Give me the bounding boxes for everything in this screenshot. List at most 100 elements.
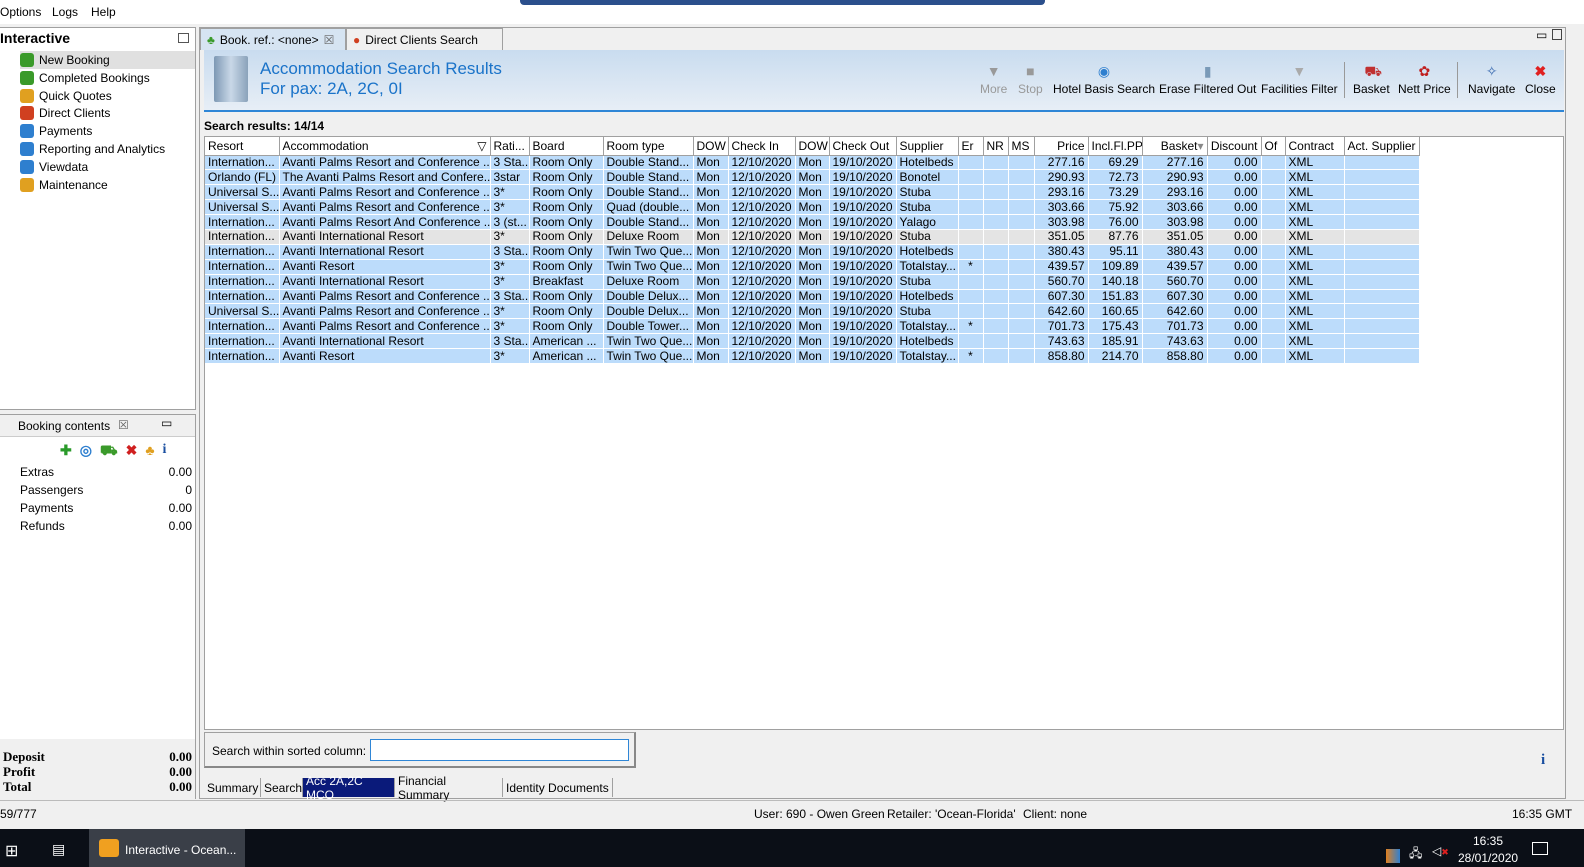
minimize-icon[interactable] <box>178 33 189 43</box>
table-row[interactable]: Orlando (FL) The Avanti Palms Resort and … <box>205 169 1420 186</box>
erase-filtered-out-button[interactable]: ▮ Erase Filtered Out <box>1159 64 1256 96</box>
delete-icon[interactable]: ✖ <box>126 442 138 461</box>
table-row[interactable]: Internation... Avanti Palms Resort And Co… <box>205 214 1420 230</box>
table-row[interactable]: Universal S... Avanti Palms Resort and Co… <box>205 184 1420 201</box>
column-header[interactable]: Check In <box>728 137 796 156</box>
sidebar-item-new-booking[interactable]: New Booking <box>20 51 195 69</box>
info-icon[interactable]: i <box>1541 752 1545 769</box>
menu-help[interactable]: Help <box>91 5 116 19</box>
refresh-icon[interactable]: ◎ <box>80 442 92 461</box>
palm-icon[interactable]: ♣ <box>145 442 154 461</box>
column-header[interactable]: Price <box>1034 137 1089 156</box>
clock-date[interactable]: 28/01/2020 <box>1458 851 1518 865</box>
bottom-tab-summary[interactable]: Summary <box>204 778 261 797</box>
table-cell: Mon <box>795 348 830 364</box>
column-header[interactable]: Of <box>1261 137 1286 156</box>
table-cell: 560.70 <box>1034 274 1089 290</box>
maximize-icon[interactable] <box>1552 29 1562 40</box>
table-row[interactable]: Internation... Avanti International Resor… <box>205 333 1420 350</box>
table-cell: 3* <box>490 348 530 364</box>
column-header[interactable]: Incl.Fl.PP <box>1088 137 1143 156</box>
table-row[interactable]: Internation... Avanti Palms Resort and Co… <box>205 289 1420 305</box>
table-row[interactable]: Internation... Avanti International Resor… <box>205 244 1420 260</box>
column-header[interactable]: Room type <box>603 137 694 156</box>
sidebar-item-completed-bookings[interactable]: Completed Bookings <box>20 69 195 87</box>
column-header[interactable]: Board <box>529 137 604 156</box>
table-row[interactable]: Internation... Avanti International Resor… <box>205 229 1420 245</box>
volume-muted-icon[interactable]: ◁✖ <box>1432 844 1449 858</box>
table-cell: 75.92 <box>1088 199 1143 216</box>
table-row[interactable]: Internation... Avanti Palms Resort and Co… <box>205 318 1420 335</box>
windows-start-icon[interactable]: ⊞ <box>5 841 18 861</box>
column-header[interactable]: Rati... <box>490 137 530 156</box>
column-header[interactable]: Discount <box>1207 137 1262 156</box>
table-cell: 0.00 <box>1207 229 1262 245</box>
navigate-button[interactable]: ✧ Navigate <box>1468 64 1515 96</box>
stop-button[interactable]: ■ Stop <box>1018 64 1043 96</box>
sidebar-item-quick-quotes[interactable]: Quick Quotes <box>20 87 195 105</box>
table-cell: Double Stand... <box>603 214 694 230</box>
table-cell <box>1008 214 1035 230</box>
sort-descending-icon[interactable]: ▾ <box>1197 139 1203 153</box>
column-header[interactable]: Check Out <box>829 137 897 156</box>
hotel-basis-search-button[interactable]: ◉ Hotel Basis Search <box>1053 64 1155 96</box>
table-row[interactable]: Universal S... Avanti Palms Resort and Co… <box>205 199 1420 216</box>
basket-icon[interactable]: ⛟ <box>100 442 118 461</box>
column-header[interactable]: Contract <box>1285 137 1345 156</box>
task-view-icon[interactable]: ▤ <box>52 841 65 858</box>
table-row[interactable]: Universal S... Avanti Palms Resort and Co… <box>205 303 1420 320</box>
table-cell <box>983 303 1009 320</box>
close-tab-icon[interactable]: ☒ <box>118 418 129 432</box>
table-cell: 19/10/2020 <box>829 244 897 260</box>
table-row[interactable]: Internation... Avanti International Resor… <box>205 274 1420 290</box>
column-header[interactable]: Supplier <box>896 137 959 156</box>
column-header[interactable]: MS <box>1008 137 1035 156</box>
filter-icon[interactable]: ▽ <box>477 139 486 153</box>
clock-time[interactable]: 16:35 <box>1473 834 1503 848</box>
column-header[interactable]: Er <box>958 137 984 156</box>
sidebar-item-reporting-and-analytics[interactable]: Reporting and Analytics <box>20 140 195 158</box>
notifications-icon[interactable] <box>1532 842 1548 855</box>
booking-row: Passengers 0 <box>20 483 192 497</box>
info-icon[interactable]: i <box>163 442 167 461</box>
booking-contents-panel: Booking contents ☒ ▭ ✚ ◎ ⛟ ✖ ♣ i Extras 0… <box>0 414 196 799</box>
tab-booking[interactable]: ♣ Book. ref.: <none> ☒ <box>200 28 346 50</box>
bottom-tab-search[interactable]: Search <box>261 778 303 797</box>
basket-button[interactable]: ⛟ Basket <box>1353 64 1390 96</box>
bottom-tab-identity-documents[interactable]: Identity Documents <box>503 778 613 797</box>
taskbar-app-button[interactable]: Interactive - Ocean... <box>89 829 245 867</box>
column-header[interactable]: DOW <box>795 137 830 156</box>
table-row[interactable]: Internation... Avanti Resort 3* American ..… <box>205 348 1420 364</box>
close-tab-icon[interactable]: ☒ <box>324 33 335 47</box>
column-header[interactable]: Resort <box>205 137 280 156</box>
column-header[interactable]: Act. Supplier <box>1344 137 1420 156</box>
sidebar-item-maintenance[interactable]: Maintenance <box>20 176 195 194</box>
column-header[interactable]: NR <box>983 137 1009 156</box>
tray-app-icon[interactable] <box>1386 849 1400 863</box>
table-row[interactable]: Internation... Avanti Palms Resort and Co… <box>205 155 1420 171</box>
column-header[interactable]: Basket▾ <box>1142 137 1208 156</box>
minimize-icon[interactable]: ▭ <box>1536 28 1547 42</box>
table-cell: Room Only <box>529 318 604 335</box>
table-cell: Mon <box>795 244 830 260</box>
network-icon[interactable]: 🖧 <box>1409 844 1422 865</box>
menu-logs[interactable]: Logs <box>52 5 78 19</box>
bottom-tab-financial-summary[interactable]: Financial Summary <box>395 774 503 802</box>
close-button[interactable]: ✖ Close <box>1525 64 1556 96</box>
menu-options[interactable]: Options <box>0 5 41 19</box>
minimize-icon[interactable]: ▭ <box>161 416 172 430</box>
table-row[interactable]: Internation... Avanti Resort 3* Room Only Tw… <box>205 259 1420 275</box>
facilities-filter-button[interactable]: ▼ Facilities Filter <box>1261 64 1338 96</box>
more-button[interactable]: ▼ More <box>980 64 1007 96</box>
add-icon[interactable]: ✚ <box>60 442 72 461</box>
bottom-tab-acc-2a-2c-mco[interactable]: Acc 2A,2C MCO <box>303 774 395 802</box>
search-within-input[interactable] <box>370 739 629 761</box>
tab-direct-clients-search[interactable]: ● Direct Clients Search <box>346 28 503 50</box>
sidebar-item-payments[interactable]: Payments <box>20 122 195 140</box>
column-header[interactable]: Accommodation ▽ <box>279 137 491 156</box>
sidebar-item-direct-clients[interactable]: Direct Clients <box>20 104 195 122</box>
nett-price-button[interactable]: ✿ Nett Price <box>1398 64 1451 96</box>
table-cell: Room Only <box>529 184 604 201</box>
column-header[interactable]: DOW <box>693 137 729 156</box>
sidebar-item-viewdata[interactable]: Viewdata <box>20 158 195 176</box>
